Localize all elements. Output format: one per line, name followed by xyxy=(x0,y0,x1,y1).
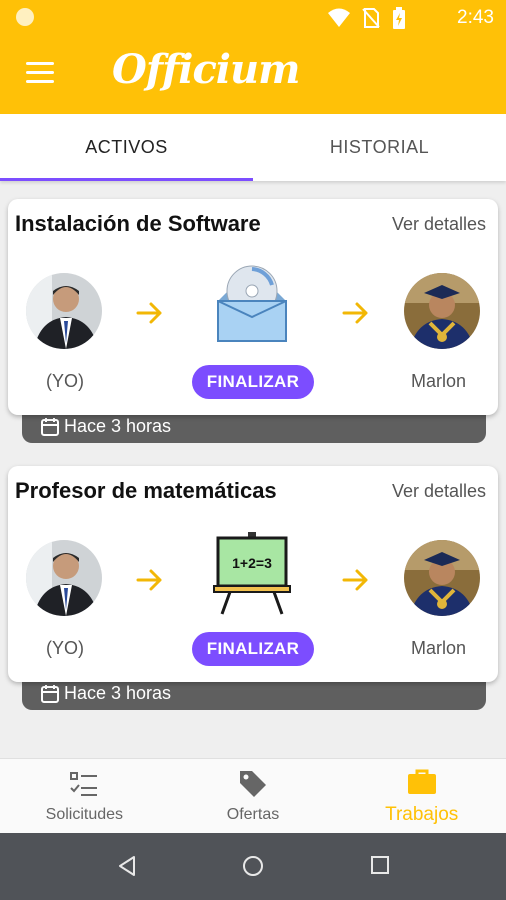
avatar-marlon xyxy=(404,540,480,616)
finalizar-button[interactable]: FINALIZAR xyxy=(192,365,314,399)
arrow-right-icon xyxy=(136,302,162,324)
nav-solicitudes[interactable]: Solicitudes xyxy=(0,759,169,833)
jobs-list: Hace 3 horas Instalación de Software Ver… xyxy=(0,181,506,758)
finalizar-button[interactable]: FINALIZAR xyxy=(192,632,314,666)
chalkboard-text: 1+2=3 xyxy=(232,555,272,571)
checklist-icon xyxy=(70,772,98,796)
status-bar: 2:43 xyxy=(0,0,506,34)
back-icon[interactable] xyxy=(116,855,138,877)
status-icons xyxy=(328,7,406,29)
no-sim-icon xyxy=(362,8,380,28)
home-icon[interactable] xyxy=(242,855,264,877)
to-label: Marlon xyxy=(411,371,467,391)
tab-bar: ACTIVOS HISTORIAL xyxy=(0,114,506,181)
view-details-link[interactable]: Ver detalles xyxy=(392,214,486,235)
tab-activos[interactable]: ACTIVOS xyxy=(0,114,253,181)
nav-label: Trabajos xyxy=(385,804,459,825)
arrow-right-icon xyxy=(136,569,162,591)
view-details-link[interactable]: Ver detalles xyxy=(392,481,486,502)
calendar-icon xyxy=(41,684,59,703)
avatar-me xyxy=(26,273,102,349)
job-card[interactable]: Profesor de matemáticas Ver detalles 1+2… xyxy=(8,466,498,682)
tag-icon xyxy=(240,771,266,797)
bottom-navigation: Solicitudes Ofertas Trabajos xyxy=(0,758,506,833)
nav-ofertas[interactable]: Ofertas xyxy=(169,759,338,833)
job-title: Profesor de matemáticas xyxy=(15,478,277,503)
clock: 2:43 xyxy=(457,7,494,28)
nav-label: Solicitudes xyxy=(45,806,124,823)
job-timestamp: Hace 3 horas xyxy=(64,683,172,703)
nav-trabajos[interactable]: Trabajos xyxy=(337,759,506,833)
nav-label: Ofertas xyxy=(226,806,280,823)
job-timestamp: Hace 3 horas xyxy=(64,416,172,436)
calendar-icon xyxy=(41,417,59,436)
from-label: (YO) xyxy=(46,638,84,658)
tab-historial[interactable]: HISTORIAL xyxy=(253,114,506,181)
arrow-right-icon xyxy=(342,302,368,324)
wifi-icon xyxy=(328,8,350,27)
recents-icon[interactable] xyxy=(370,855,390,875)
job-title: Instalación de Software xyxy=(15,211,261,236)
battery-icon xyxy=(393,7,405,29)
briefcase-icon xyxy=(407,769,436,794)
avatar-me xyxy=(26,540,102,616)
job-card-2: Hace 3 horas Profesor de matemáticas Ver… xyxy=(8,466,498,712)
arrow-right-icon xyxy=(342,569,368,591)
to-label: Marlon xyxy=(411,638,467,658)
job-card-1: Hace 3 horas Instalación de Software Ver… xyxy=(8,199,498,445)
job-card[interactable]: Instalación de Software Ver detalles (YO… xyxy=(8,199,498,415)
app-bar: Officium xyxy=(0,34,506,114)
app-logo: Officium xyxy=(112,46,300,93)
from-label: (YO) xyxy=(46,371,84,391)
software-box-icon xyxy=(217,265,287,342)
chalkboard-icon: 1+2=3 xyxy=(213,532,291,615)
system-nav-bar xyxy=(0,833,506,900)
notification-dot-icon xyxy=(16,8,34,26)
avatar-marlon xyxy=(404,273,480,349)
hamburger-menu-icon[interactable] xyxy=(26,62,54,84)
